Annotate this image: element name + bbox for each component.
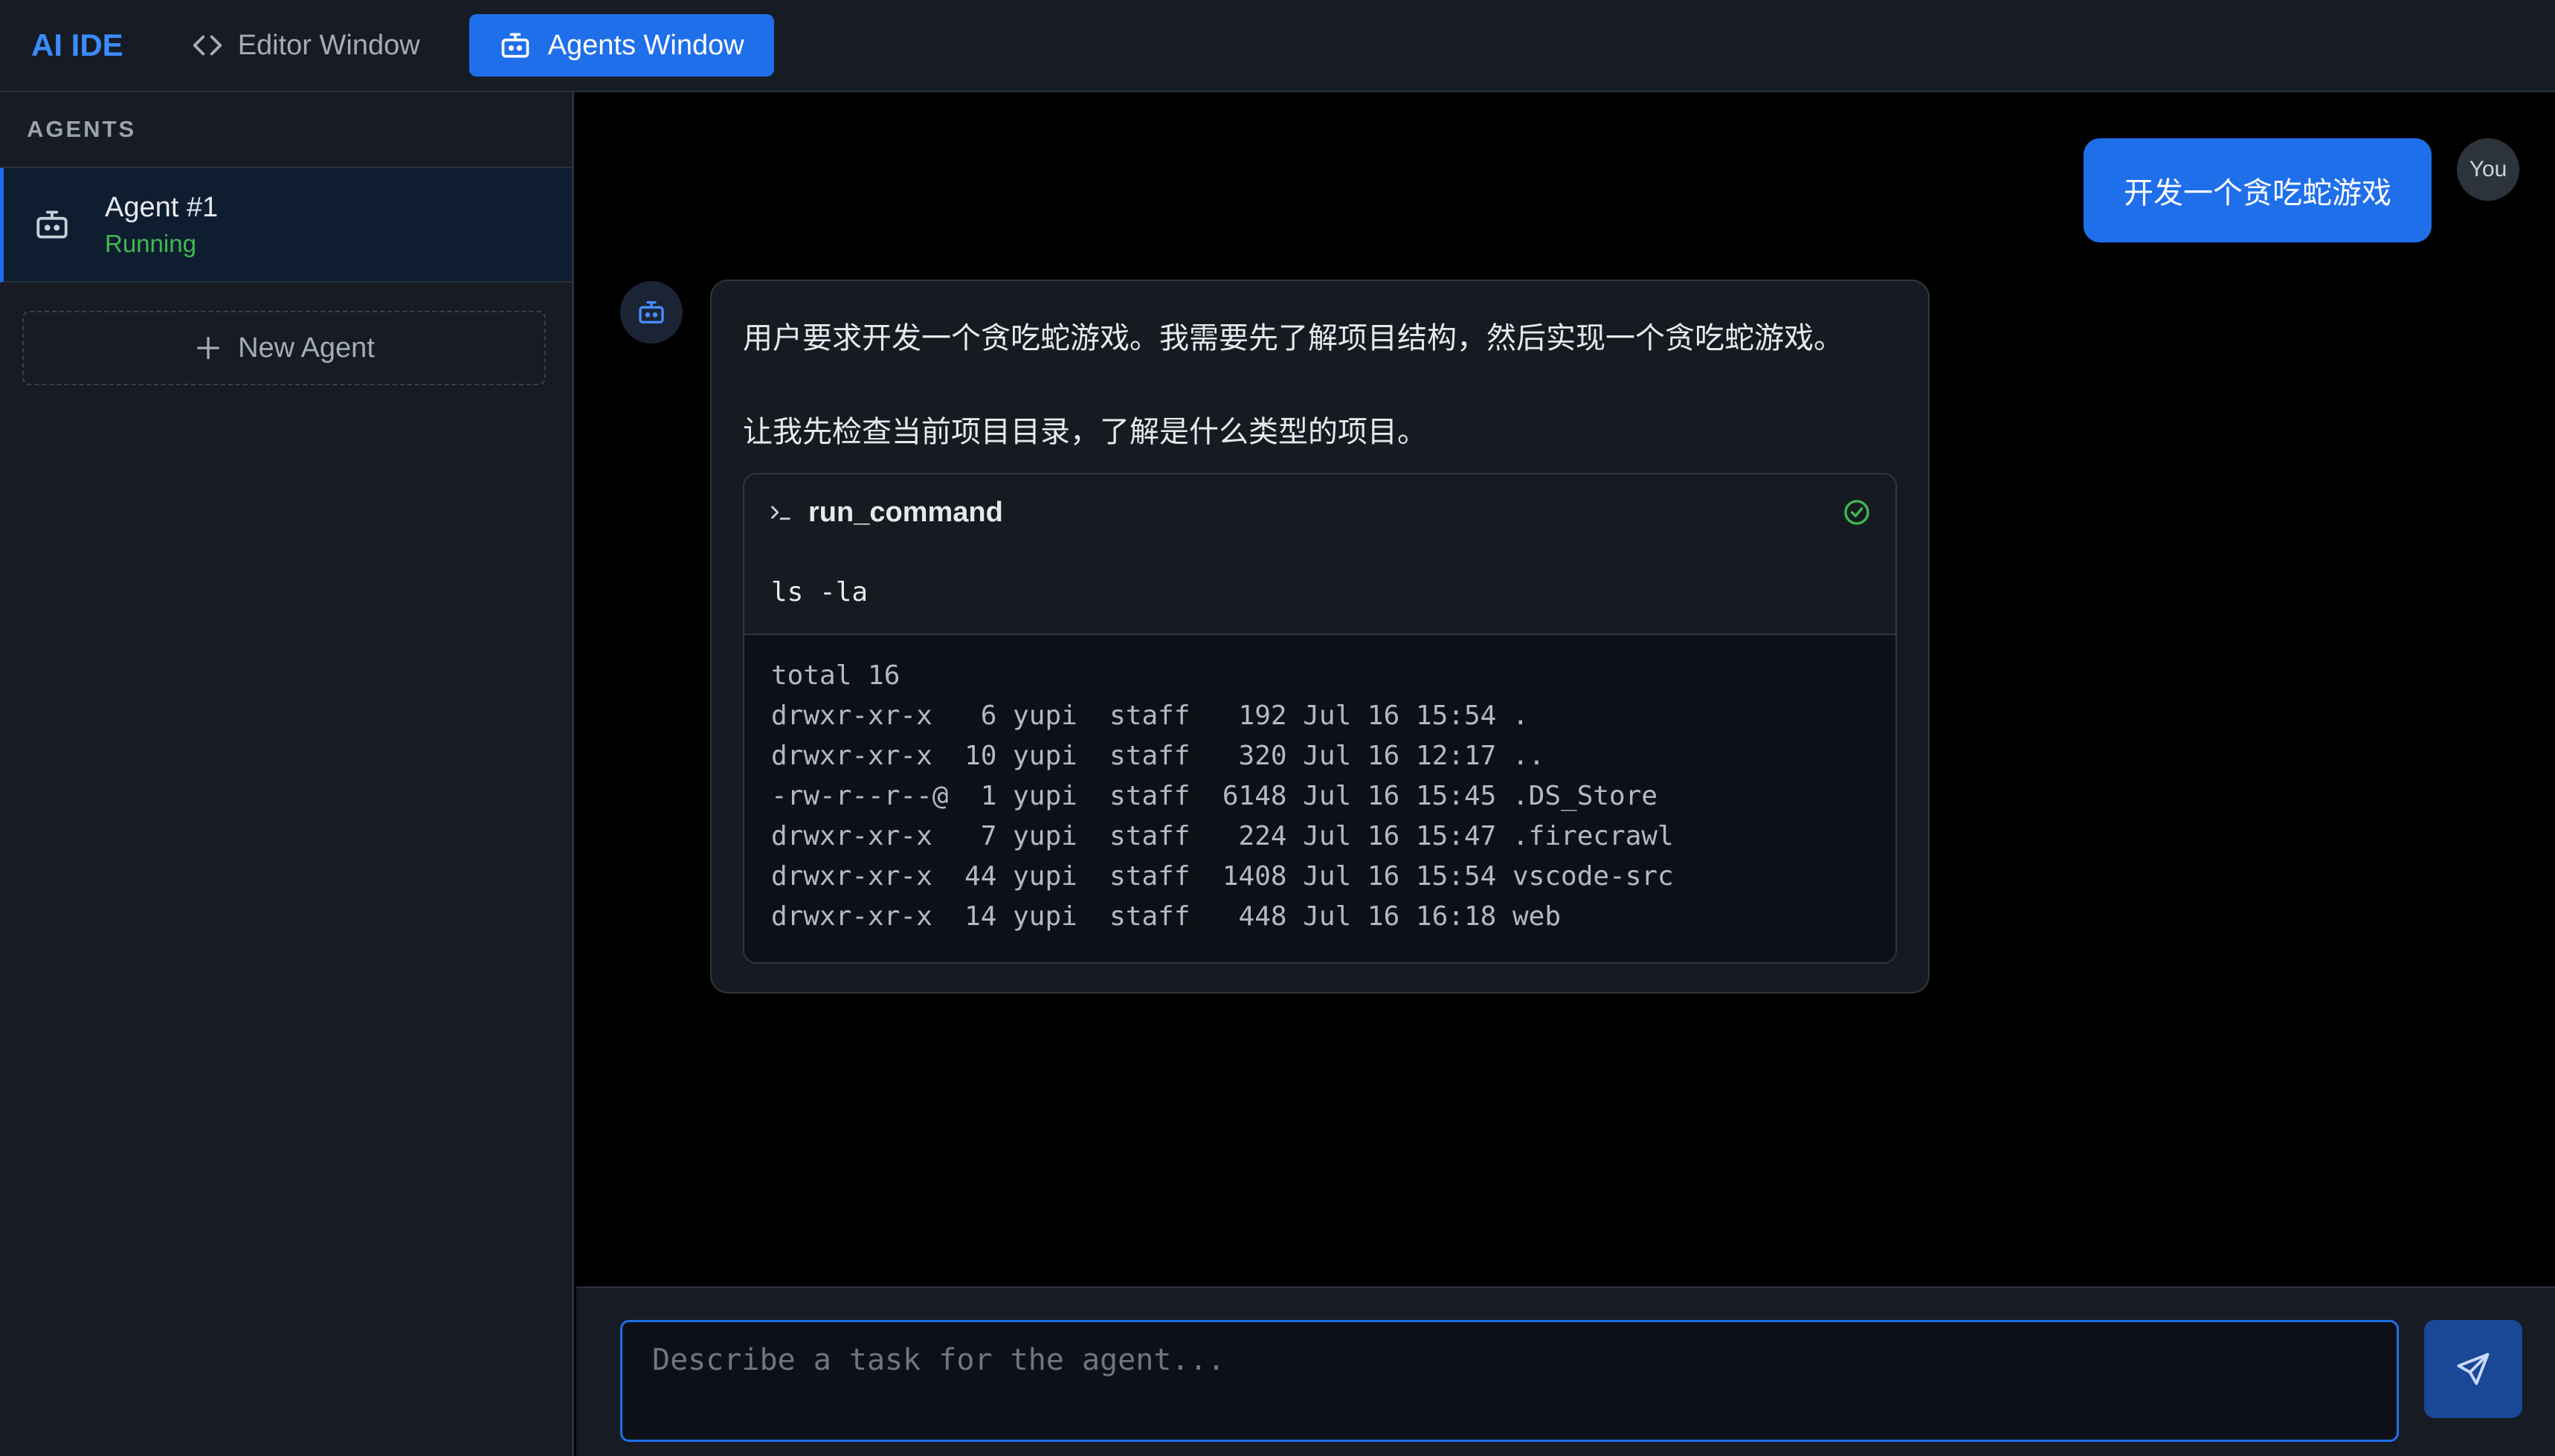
composer: [576, 1286, 2555, 1456]
agent-avatar: [620, 281, 683, 344]
tab-editor-label: Editor Window: [237, 29, 420, 61]
chat-area: 开发一个贪吃蛇游戏 You 用户要求开发一个贪吃蛇游戏。我需要先了解项目结构，然…: [576, 94, 2555, 1286]
new-agent-button[interactable]: New Agent: [22, 311, 546, 385]
tool-call-header[interactable]: run_command: [744, 474, 1895, 550]
output-line: drwxr-xr-x 6 yupi staff 192 Jul 16 15:54…: [771, 700, 1529, 731]
user-message: 开发一个贪吃蛇游戏: [2084, 138, 2432, 242]
top-bar: AI IDE Editor Window Agents Window: [0, 0, 2555, 92]
output-line: total 16: [771, 660, 900, 691]
app-brand: AI IDE: [31, 28, 123, 62]
send-icon: [2457, 1353, 2490, 1385]
output-line: -rw-r--r--@ 1 yupi staff 6148 Jul 16 15:…: [771, 781, 1658, 811]
agent-message: 用户要求开发一个贪吃蛇游戏。我需要先了解项目结构，然后实现一个贪吃蛇游戏。 让我…: [710, 280, 1930, 993]
tool-call-name: run_command: [808, 496, 1003, 528]
output-line: drwxr-xr-x 14 yupi staff 448 Jul 16 16:1…: [771, 901, 1562, 932]
agent-name: Agent #1: [105, 191, 219, 223]
sidebar-item-agent-1[interactable]: Agent #1 Running: [0, 168, 572, 283]
code-icon: [193, 35, 222, 56]
plus-icon: [197, 337, 220, 359]
agent-paragraph: 让我先检查当前项目目录，了解是什么类型的项目。: [743, 416, 1427, 448]
check-circle-icon: [1844, 500, 1869, 525]
tool-call-output: total 16 drwxr-xr-x 6 yupi staff 192 Jul …: [744, 635, 1895, 937]
tab-agents-label: Agents Window: [547, 29, 744, 61]
output-line: drwxr-xr-x 10 yupi staff 320 Jul 16 12:1…: [771, 741, 1545, 771]
task-input[interactable]: [620, 1320, 2399, 1442]
tab-agents-window[interactable]: Agents Window: [468, 14, 774, 77]
terminal-icon: [771, 506, 790, 520]
user-avatar: You: [2457, 138, 2519, 201]
output-line: drwxr-xr-x 44 yupi staff 1408 Jul 16 15:…: [771, 861, 1674, 892]
tool-call-command: ls -la: [744, 550, 1895, 635]
agents-sidebar: AGENTS Agent #1 Running New Agent: [0, 92, 574, 1456]
agent-status: Running: [105, 229, 196, 257]
send-button[interactable]: [2424, 1320, 2522, 1418]
tab-editor-window[interactable]: Editor Window: [190, 28, 420, 62]
robot-icon: [639, 301, 664, 323]
agent-paragraph: 用户要求开发一个贪吃蛇游戏。我需要先了解项目结构，然后实现一个贪吃蛇游戏。: [743, 322, 1843, 355]
tool-call-card: run_command ls -la total 16 drwxr-xr-x 6 …: [743, 473, 1897, 964]
sidebar-header: AGENTS: [0, 92, 572, 168]
output-line: drwxr-xr-x 7 yupi staff 224 Jul 16 15:47…: [771, 821, 1674, 851]
robot-icon: [501, 33, 529, 58]
new-agent-label: New Agent: [238, 332, 375, 364]
robot-icon: [36, 210, 68, 239]
